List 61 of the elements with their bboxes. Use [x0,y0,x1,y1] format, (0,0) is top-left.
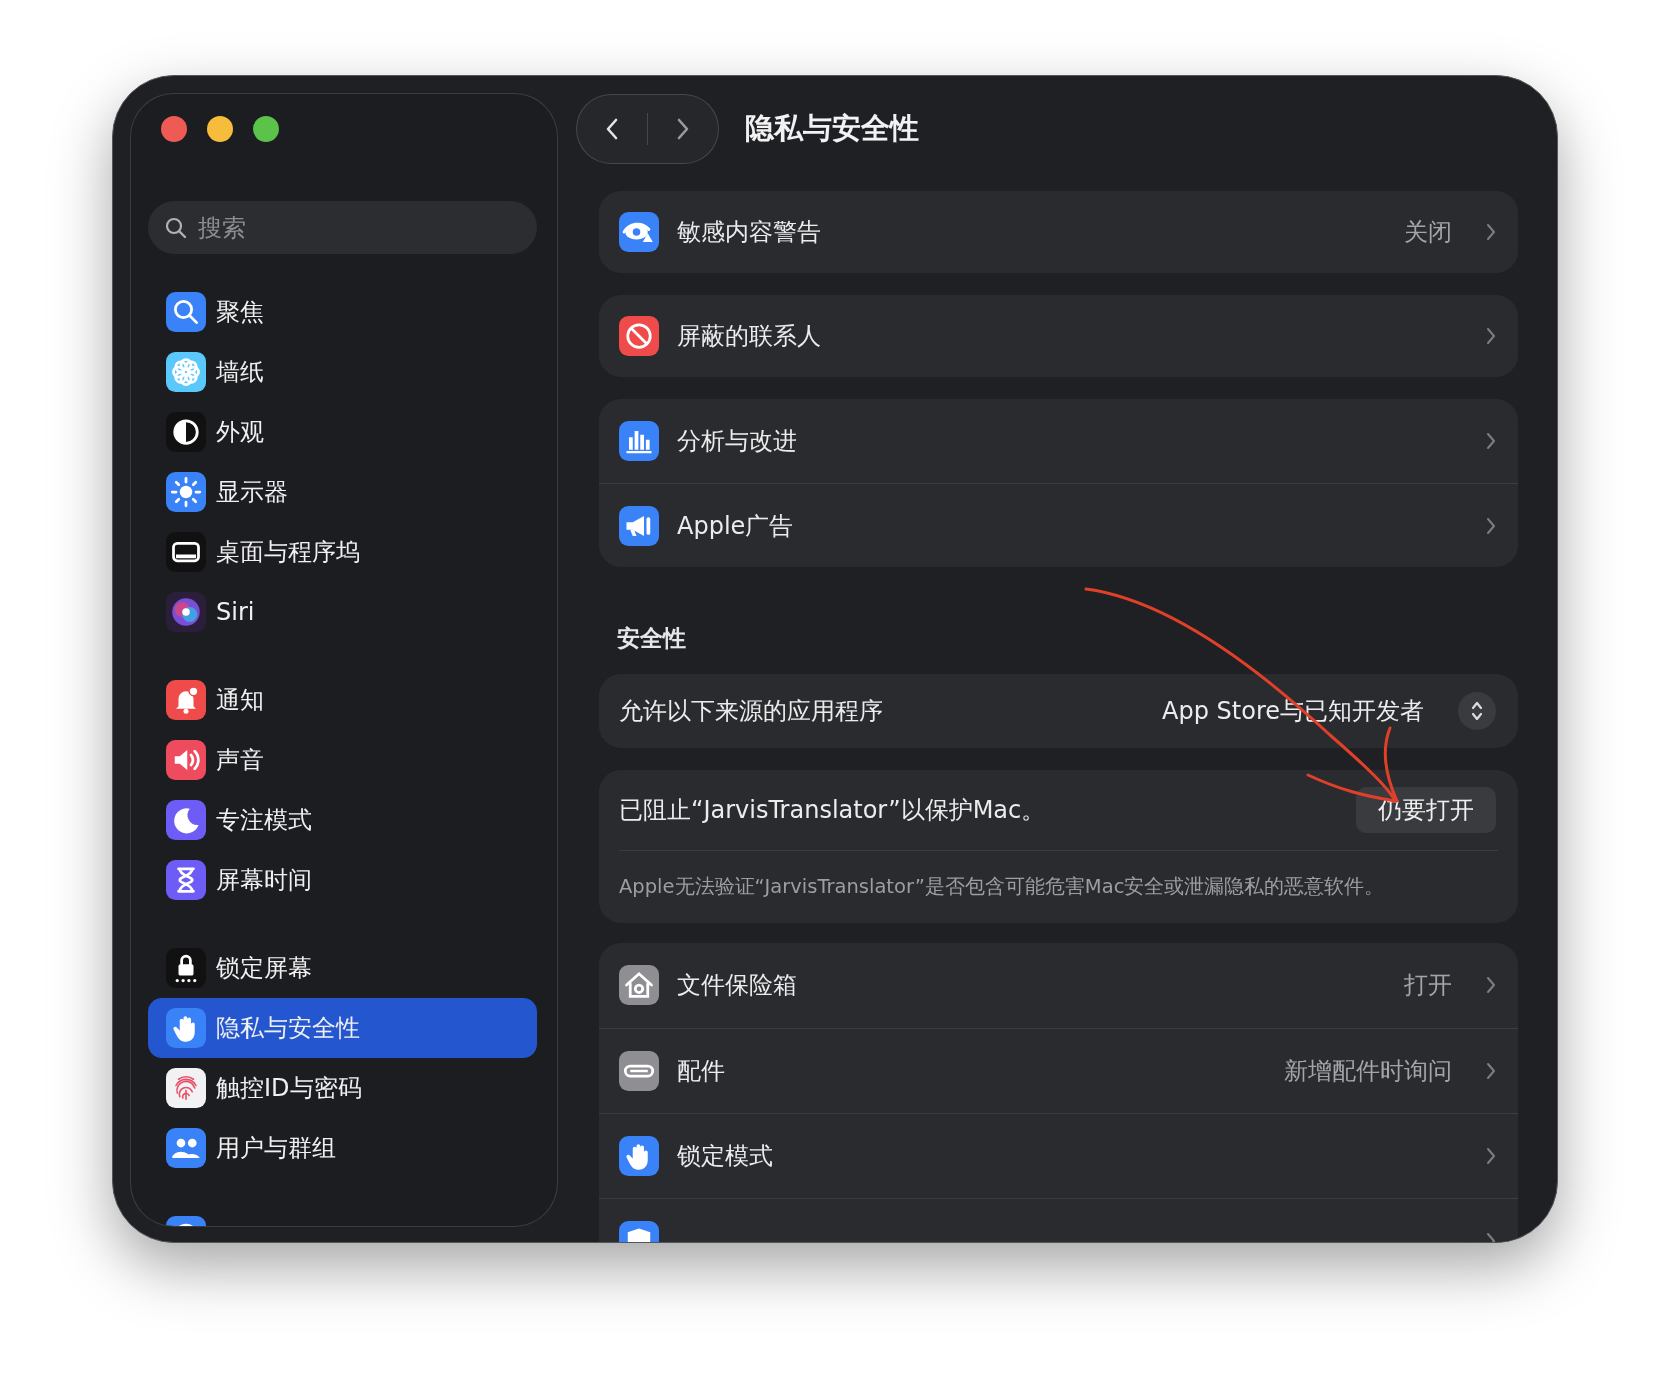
settings-row[interactable]: 敏感内容警告 关闭 [599,191,1518,273]
settings-row[interactable]: Apple广告 [599,483,1518,567]
moon-icon [166,800,206,840]
no-entry-icon [619,316,659,356]
sidebar-item[interactable]: 声音 [148,730,537,790]
chevron-right-icon [1486,976,1496,994]
sidebar-item[interactable]: 墙纸 [148,342,537,402]
settings-row[interactable]: 配件 新增配件时询问 [599,1027,1518,1113]
people-icon [166,1128,206,1168]
warning-note: Apple无法验证“JarvisTranslator”是否包含可能危害Mac安全或泄漏隐私的恶意软件。 [619,873,1385,900]
sidebar-item[interactable]: 通知 [148,670,537,730]
minimize-button[interactable] [207,116,233,142]
chevron-left-icon [604,117,619,141]
house-icon [619,965,659,1005]
section-heading: 安全性 [617,624,687,653]
sun-icon [166,472,206,512]
hand-icon [619,1135,659,1176]
settings-row[interactable]: 屏蔽的联系人 [599,295,1518,377]
blocked-message: 已阻止“JarvisTranslator”以保护Mac。 [619,794,1046,826]
bar-chart-icon [619,421,659,461]
sidebar-item[interactable]: 专注模式 [148,790,537,850]
sidebar-item[interactable]: 用户与群组 [148,1118,537,1178]
chevron-right-icon [1486,223,1496,241]
up-down-arrows-icon [1458,691,1496,730]
flower-icon [166,352,206,392]
chevron-right-icon [1486,327,1496,345]
close-button[interactable] [161,116,187,142]
sidebar-item[interactable]: Siri [148,582,537,642]
chevron-right-icon [676,117,691,141]
chevron-right-icon [1486,1146,1496,1165]
sidebar-item[interactable]: 聚焦 [148,282,537,342]
siri-orb-icon [166,592,206,632]
sidebar-item[interactable]: 隐私与安全性 [148,998,537,1058]
eye-icon [619,212,659,252]
speaker-icon [166,740,206,780]
settings-row[interactable]: 锁定模式 [599,1112,1518,1198]
search-field[interactable]: 搜索 [148,201,537,254]
sidebar-item[interactable]: 锁定屏幕 [148,938,537,998]
sidebar-item[interactable]: 触控ID与密码 [148,1058,537,1118]
sidebar-item[interactable]: 桌面与程序坞 [148,522,537,582]
lock-icon [166,948,206,988]
hand-icon [166,1008,206,1048]
page-title: 隐私与安全性 [745,110,919,148]
bell-icon [166,680,206,720]
fingerprint-icon [166,1068,206,1108]
dock-icon [166,532,206,572]
sidebar-item[interactable]: 屏幕时间 [148,850,537,910]
chevron-right-icon [1486,516,1496,535]
contrast-icon [166,412,206,452]
hourglass-icon [166,860,206,900]
zoom-button[interactable] [253,116,279,142]
megaphone-icon [619,505,659,546]
connector-icon [619,1050,659,1091]
search-icon [164,216,188,240]
sidebar-item[interactable]: 外观 [148,402,537,462]
chevron-right-icon [1486,1061,1496,1080]
settings-row[interactable]: 分析与改进 [599,399,1518,483]
chevron-right-icon [1486,432,1496,450]
settings-row[interactable]: 文件保险箱 打开 [599,942,1518,1028]
magnifier-icon [166,292,206,332]
sidebar-item[interactable]: 显示器 [148,462,537,522]
